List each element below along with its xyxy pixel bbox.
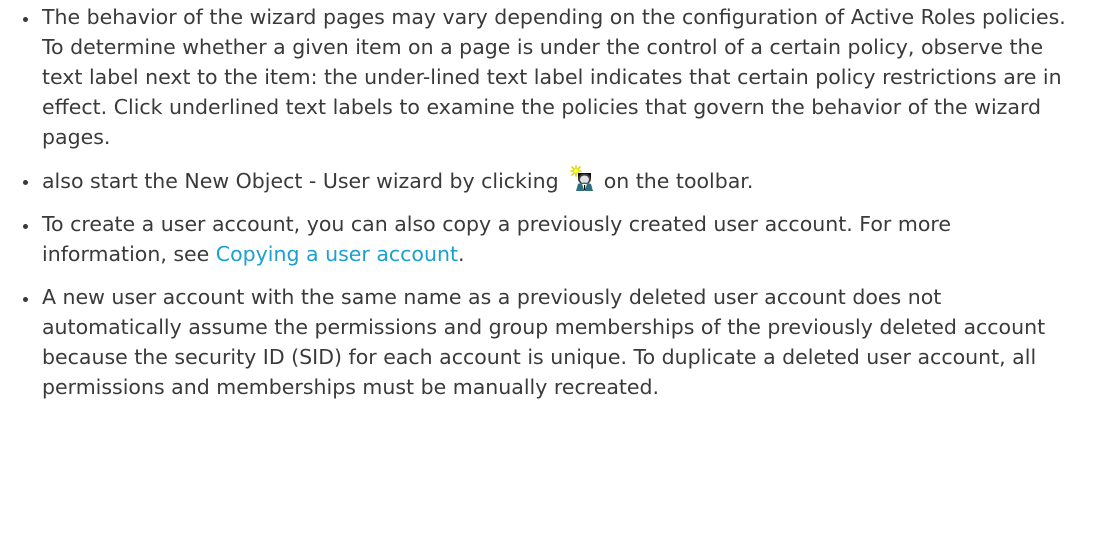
note-copy-account: To create a user account, you can also c… bbox=[0, 209, 1080, 269]
note-copy-account-period: . bbox=[458, 242, 465, 266]
note-policy-behavior-text: The behavior of the wizard pages may var… bbox=[42, 5, 1066, 149]
note-toolbar-wizard-text-end: on the toolbar. bbox=[603, 169, 754, 193]
note-toolbar-wizard-text: also start the New Object - User wizard … bbox=[42, 169, 559, 193]
note-toolbar-wizard: also start the New Object - User wizard … bbox=[0, 165, 1080, 196]
copying-user-account-link[interactable]: Copying a user account bbox=[216, 242, 458, 266]
note-deleted-account: A new user account with the same name as… bbox=[0, 282, 1080, 402]
note-deleted-account-text: A new user account with the same name as… bbox=[42, 285, 1046, 399]
note-copy-account-text: To create a user account, you can also c… bbox=[42, 212, 951, 266]
notes-list: The behavior of the wizard pages may var… bbox=[0, 2, 1080, 415]
note-policy-behavior: The behavior of the wizard pages may var… bbox=[0, 2, 1080, 152]
new-user-wizard-icon[interactable] bbox=[567, 165, 595, 191]
